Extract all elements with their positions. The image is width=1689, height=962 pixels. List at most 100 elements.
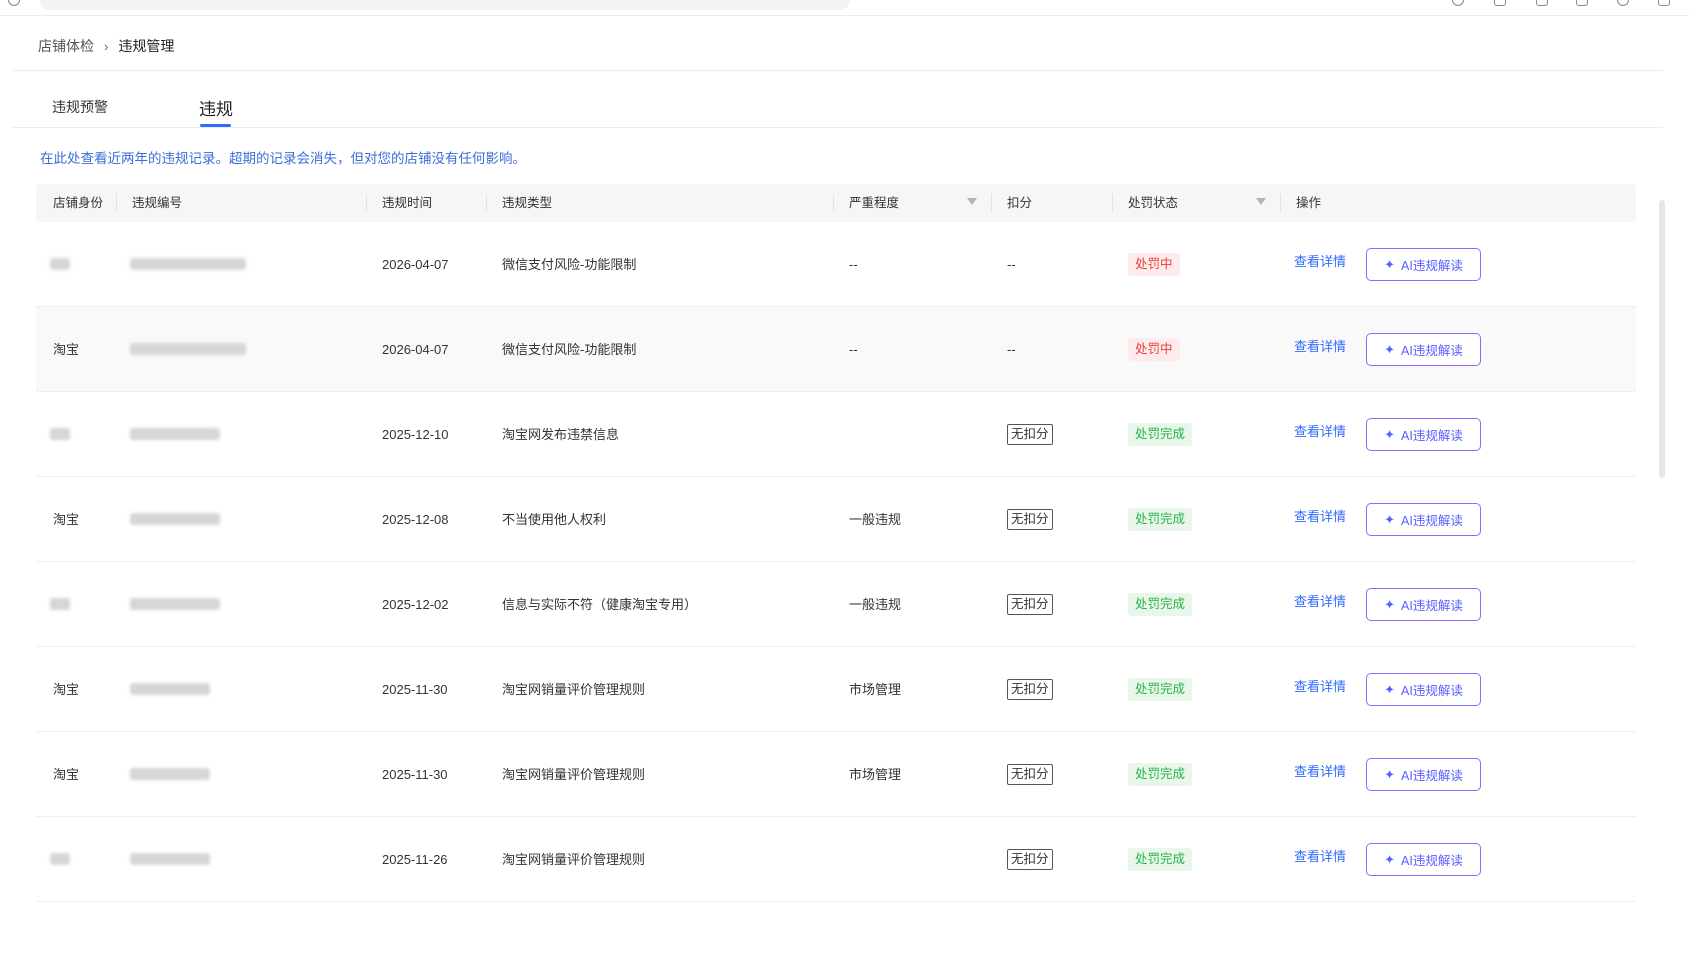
violation-type: 淘宝网发布违禁信息	[502, 427, 620, 442]
profile-icon[interactable]	[1617, 0, 1629, 6]
status-badge: 处罚中	[1128, 253, 1180, 276]
view-detail-link[interactable]: 查看详情	[1294, 732, 1346, 812]
ai-interpret-label: AI违规解读	[1401, 259, 1463, 273]
view-detail-link[interactable]: 查看详情	[1294, 477, 1346, 557]
divider	[13, 127, 1663, 128]
scrollbar[interactable]	[1659, 200, 1665, 478]
table-row: 2026-04-07 微信支付风险-功能限制 -- -- 处罚中 查看详情 ✦ AI违规解读	[36, 222, 1636, 307]
shop-identity-redacted	[50, 853, 70, 865]
table-row: 2025-12-02 信息与实际不符（健康淘宝专用） 一般违规 无扣分 处罚完成 查看详情…	[36, 562, 1636, 647]
ai-interpret-button[interactable]: ✦ AI违规解读	[1366, 758, 1481, 791]
violation-type: 淘宝网销量评价管理规则	[502, 852, 646, 867]
view-detail-link[interactable]: 查看详情	[1294, 222, 1346, 302]
violation-no-redacted	[130, 768, 210, 780]
violation-time: 2025-12-08	[382, 512, 449, 527]
table-header: 店铺身份 违规编号 违规时间 违规类型 严重程度 扣分 处罚状态 操作	[36, 184, 1636, 222]
violation-time: 2025-11-30	[382, 767, 448, 782]
status-badge: 处罚完成	[1128, 848, 1193, 871]
tab-violation[interactable]: 违规	[199, 95, 233, 120]
ai-interpret-button[interactable]: ✦ AI违规解读	[1366, 333, 1481, 366]
violation-type: 淘宝网销量评价管理规则	[502, 767, 646, 782]
view-detail-link[interactable]: 查看详情	[1294, 392, 1346, 472]
filter-icon[interactable]	[1256, 198, 1266, 205]
shop-identity: 淘宝	[53, 767, 80, 782]
table-row: 2025-12-10 淘宝网发布违禁信息 无扣分 处罚完成 查看详情 ✦ AI违规解读	[36, 392, 1636, 477]
shop-identity-redacted	[50, 428, 70, 440]
violation-no-redacted	[130, 683, 210, 695]
view-detail-link[interactable]: 查看详情	[1294, 817, 1346, 897]
ai-interpret-button[interactable]: ✦ AI违规解读	[1366, 418, 1481, 451]
violation-time: 2025-12-02	[382, 597, 449, 612]
browser-toolbar	[0, 0, 1689, 16]
status-badge: 处罚完成	[1128, 593, 1193, 616]
bookmark-icon[interactable]	[1536, 0, 1548, 6]
shop-identity: 淘宝	[53, 682, 80, 697]
deduction-badge: 无扣分	[1007, 424, 1053, 445]
tab-violation-warning[interactable]: 违规预警	[52, 97, 108, 117]
filter-icon[interactable]	[967, 198, 977, 205]
header-penalty-status: 处罚状态	[1128, 196, 1179, 210]
sparkle-icon: ✦	[1384, 851, 1396, 867]
severity: 一般违规	[849, 512, 902, 527]
share-icon[interactable]	[1494, 0, 1506, 6]
violation-no-redacted	[130, 258, 246, 270]
ai-interpret-button[interactable]: ✦ AI违规解读	[1366, 673, 1481, 706]
extension-icon[interactable]	[1452, 0, 1464, 6]
window-icon[interactable]	[1576, 0, 1588, 6]
table-row: 淘宝 2025-11-30 淘宝网销量评价管理规则 市场管理 无扣分 处罚完成 查看详情 ✦ A…	[36, 647, 1636, 732]
view-detail-link[interactable]: 查看详情	[1294, 647, 1346, 727]
column-divider	[833, 194, 834, 212]
breadcrumb-parent[interactable]: 店铺体检	[38, 36, 94, 56]
shop-identity: 淘宝	[53, 512, 80, 527]
status-badge: 处罚完成	[1128, 763, 1193, 786]
sparkle-icon: ✦	[1384, 681, 1396, 697]
violation-type: 微信支付风险-功能限制	[502, 257, 637, 272]
ai-interpret-label: AI违规解读	[1401, 599, 1463, 613]
violation-no-redacted	[130, 853, 210, 865]
header-action: 操作	[1296, 196, 1322, 210]
violation-time: 2025-12-10	[382, 427, 449, 442]
menu-icon[interactable]	[1658, 0, 1670, 6]
column-divider	[486, 194, 487, 212]
info-icon[interactable]	[8, 0, 20, 6]
divider	[13, 70, 1663, 71]
deduction-badge: 无扣分	[1007, 679, 1053, 700]
shop-identity-redacted	[50, 258, 70, 270]
view-detail-link[interactable]: 查看详情	[1294, 562, 1346, 642]
ai-interpret-label: AI违规解读	[1401, 769, 1463, 783]
status-badge: 处罚完成	[1128, 423, 1193, 446]
breadcrumb-current: 违规管理	[118, 38, 175, 54]
ai-interpret-button[interactable]: ✦ AI违规解读	[1366, 843, 1481, 876]
view-detail-link[interactable]: 查看详情	[1294, 307, 1346, 387]
header-violation-type: 违规类型	[502, 196, 553, 210]
violation-no-redacted	[130, 513, 220, 525]
severity: --	[849, 257, 858, 272]
deduction-badge: 无扣分	[1007, 849, 1053, 870]
header-violation-time: 违规时间	[382, 196, 433, 210]
column-divider	[1280, 194, 1281, 212]
deduction: --	[1007, 342, 1016, 357]
header-violation-no: 违规编号	[132, 196, 183, 210]
ai-interpret-label: AI违规解读	[1401, 514, 1463, 528]
violation-time: 2026-04-07	[382, 342, 449, 357]
violation-time: 2025-11-30	[382, 682, 448, 697]
table-row: 2025-11-26 淘宝网销量评价管理规则 无扣分 处罚完成 查看详情 ✦ AI违规解读	[36, 817, 1636, 902]
violation-type: 不当使用他人权利	[502, 512, 607, 527]
ai-interpret-button[interactable]: ✦ AI违规解读	[1366, 503, 1481, 536]
violation-time: 2026-04-07	[382, 257, 449, 272]
column-divider	[366, 194, 367, 212]
chevron-right-icon: ›	[104, 38, 109, 54]
header-shop-identity: 店铺身份	[53, 196, 104, 210]
violation-no-redacted	[130, 428, 220, 440]
sparkle-icon: ✦	[1384, 426, 1396, 442]
sparkle-icon: ✦	[1384, 596, 1396, 612]
status-badge: 处罚完成	[1128, 678, 1193, 701]
address-bar[interactable]	[40, 0, 850, 10]
ai-interpret-label: AI违规解读	[1401, 429, 1463, 443]
ai-interpret-label: AI违规解读	[1401, 854, 1463, 868]
severity: 市场管理	[849, 767, 902, 782]
ai-interpret-button[interactable]: ✦ AI违规解读	[1366, 588, 1481, 621]
ai-interpret-button[interactable]: ✦ AI违规解读	[1366, 248, 1481, 281]
table-row: 淘宝 2025-11-30 淘宝网销量评价管理规则 市场管理 无扣分 处罚完成 查看详情 ✦ A…	[36, 732, 1636, 817]
status-badge: 处罚中	[1128, 338, 1180, 361]
